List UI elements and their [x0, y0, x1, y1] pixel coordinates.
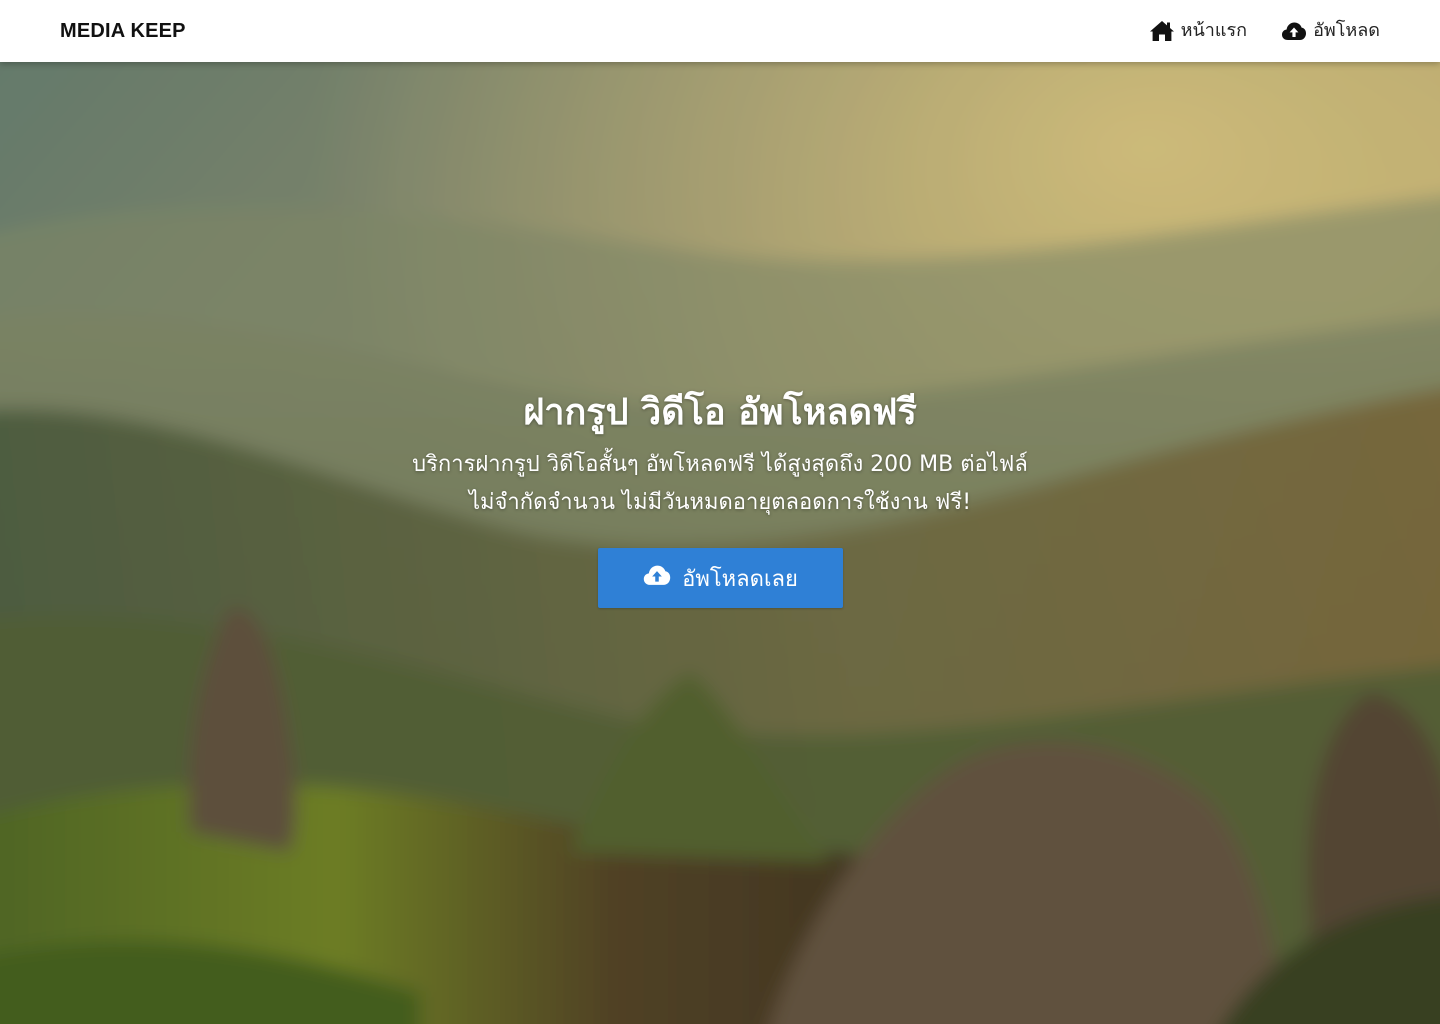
hero-subtitle-line2: ไม่จำกัดจำนวน ไม่มีวันหมดอายุตลอดการใช้ง… — [468, 490, 972, 515]
hero-subtitle-line1: บริการฝากรูป วิดีโอสั้นๆ อัพโหลดฟรี ได้ส… — [412, 452, 1028, 477]
upload-now-button[interactable]: อัพโหลดเลย — [597, 548, 843, 608]
hero-title: ฝากรูป วิดีโอ อัพโหลดฟรี — [523, 392, 917, 433]
hero-section: ฝากรูป วิดีโอ อัพโหลดฟรี บริการฝากรูป วิ… — [0, 62, 1440, 1024]
nav-links: หน้าแรก อัพโหลด — [1149, 17, 1380, 45]
home-icon — [1149, 20, 1175, 42]
cloud-upload-icon — [642, 564, 672, 592]
nav-home-link[interactable]: หน้าแรก — [1149, 17, 1247, 45]
top-navbar: MEDIA KEEP หน้าแรก อัพโหลด — [0, 0, 1440, 62]
cloud-upload-icon — [1281, 21, 1307, 41]
nav-upload-label: อัพโหลด — [1313, 20, 1380, 41]
nav-home-label: หน้าแรก — [1180, 20, 1248, 41]
upload-now-label: อัพโหลดเลย — [682, 566, 798, 592]
hero-content: ฝากรูป วิดีโอ อัพโหลดฟรี บริการฝากรูป วิ… — [0, 390, 1440, 608]
brand-logo[interactable]: MEDIA KEEP — [60, 19, 186, 43]
hero-subtitle: บริการฝากรูป วิดีโอสั้นๆ อัพโหลดฟรี ได้ส… — [0, 446, 1440, 522]
nav-upload-link[interactable]: อัพโหลด — [1281, 17, 1380, 45]
